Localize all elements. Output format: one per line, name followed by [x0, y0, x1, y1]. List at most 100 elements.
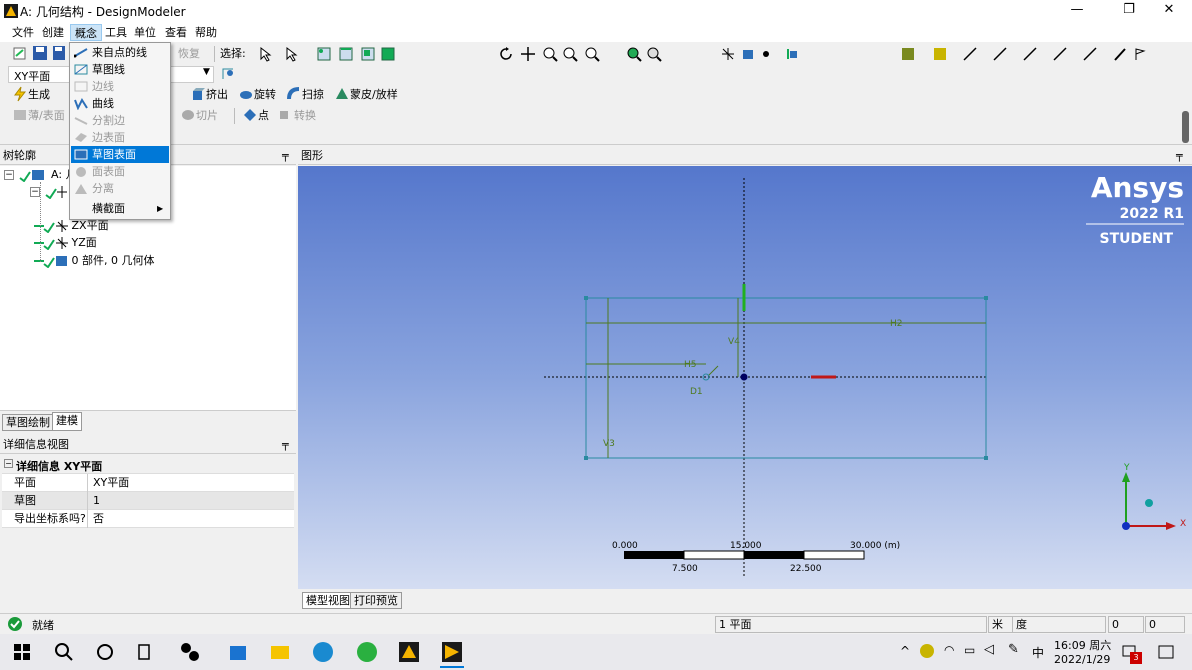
menu-item-lines-from-sketches[interactable]: 草图线 — [71, 61, 169, 78]
pin-icon[interactable]: ╤ — [282, 148, 289, 164]
select-pointer-icon[interactable] — [258, 46, 274, 62]
action-center-icon[interactable] — [1158, 644, 1174, 660]
graphics-viewport[interactable]: Ansys 2022 R1 STUDENT H2 H5 V4 V3 D1 0.0… — [298, 166, 1192, 589]
point-icon[interactable] — [242, 107, 258, 123]
flag-tool-icon[interactable] — [1132, 46, 1148, 62]
menu-view[interactable]: 查看 — [161, 24, 191, 41]
face-color-icon[interactable] — [900, 46, 916, 62]
dim-v4-label[interactable]: V4 — [728, 337, 740, 347]
new-sketch-icon[interactable] — [220, 66, 236, 82]
new-icon[interactable] — [12, 45, 28, 61]
menu-create[interactable]: 创建 — [38, 24, 68, 41]
generate-button[interactable]: 生成 — [28, 87, 50, 103]
select-edge-icon[interactable] — [338, 46, 354, 62]
menu-item-cross-section[interactable]: 横截面 ▶ — [71, 200, 169, 217]
sketch-rectangle[interactable] — [585, 297, 987, 459]
show-plane-icon[interactable] — [784, 46, 800, 62]
sweep-button[interactable]: 扫掠 — [302, 87, 324, 103]
menu-concept[interactable]: 概念 — [70, 24, 102, 41]
line-tool-2-icon[interactable] — [992, 46, 1008, 62]
menu-item-split[interactable]: 分离 — [71, 180, 169, 197]
line-tool-4-icon[interactable] — [1052, 46, 1068, 62]
cortana-icon[interactable] — [93, 640, 117, 664]
revolve-icon[interactable] — [238, 86, 254, 102]
dim-v3-label[interactable]: V3 — [603, 439, 615, 449]
close-button[interactable]: ✕ — [1146, 0, 1192, 22]
slice-icon[interactable] — [180, 107, 196, 123]
menu-item-surfaces-from-edges[interactable]: 边表面 — [71, 129, 169, 146]
rect-vertex[interactable] — [984, 456, 988, 460]
dim-h2-label[interactable]: H2 — [890, 319, 903, 329]
toolbar-scrollbar[interactable] — [1182, 111, 1189, 143]
details-row-plane[interactable]: 平面 XY平面 — [2, 474, 294, 492]
rotate-icon[interactable] — [498, 46, 514, 62]
volume-icon[interactable]: ◁ — [984, 642, 994, 657]
line-tool-icon[interactable] — [962, 46, 978, 62]
select-face-icon[interactable] — [360, 46, 376, 62]
select-body-icon[interactable] — [380, 46, 396, 62]
dim-h5-label[interactable]: H5 — [684, 360, 697, 370]
origin-point[interactable] — [740, 373, 748, 381]
display-model-icon[interactable] — [740, 46, 756, 62]
zoom-fit-icon[interactable] — [584, 46, 600, 62]
details-row-export[interactable]: 导出坐标系吗? 否 — [2, 510, 294, 528]
pin-tool-icon[interactable] — [1112, 46, 1128, 62]
menu-item-surfaces-from-sketches[interactable]: 草图表面 — [71, 146, 169, 163]
rect-vertex[interactable] — [984, 296, 988, 300]
menu-file[interactable]: 文件 — [8, 24, 38, 41]
pin-icon[interactable]: ╤ — [1176, 148, 1183, 164]
wifi-icon[interactable]: ◠ — [944, 643, 954, 657]
pin-icon[interactable]: ╤ — [282, 437, 289, 453]
windows-start-icon[interactable] — [10, 640, 34, 664]
save-icon[interactable] — [32, 45, 48, 61]
battery-icon[interactable]: ▭ — [964, 643, 975, 657]
details-section[interactable]: − 详细信息 XY平面 — [2, 456, 294, 474]
file-explorer-icon[interactable] — [268, 640, 292, 664]
extrude-icon[interactable] — [190, 86, 206, 102]
menu-item-3d-curve[interactable]: 曲线 — [71, 95, 169, 112]
details-value[interactable]: 否 — [90, 510, 294, 528]
details-row-sketch[interactable]: 草图 1 — [2, 492, 294, 510]
slice-button[interactable]: 切片 — [196, 108, 218, 124]
tree-item-root[interactable]: − A: 几 — [4, 166, 77, 183]
rect-vertex[interactable] — [584, 456, 588, 460]
pan-icon[interactable] — [520, 46, 536, 62]
revolve-button[interactable]: 旋转 — [254, 87, 276, 103]
point-button[interactable]: 点 — [258, 108, 269, 124]
thin-surface-button[interactable]: 薄/表面 — [28, 108, 65, 124]
sketch-canvas[interactable]: Ansys 2022 R1 STUDENT H2 H5 V4 V3 D1 0.0… — [298, 166, 1192, 589]
line-tool-5-icon[interactable] — [1082, 46, 1098, 62]
collapse-icon[interactable]: − — [4, 170, 14, 180]
skin-loft-icon[interactable] — [334, 86, 350, 102]
tree-item-yzplane[interactable]: YZ面 — [34, 234, 97, 251]
redo-label[interactable]: 恢复 — [178, 46, 200, 62]
triad-iso-ball[interactable] — [1145, 499, 1153, 507]
tab-modeling[interactable]: 建模 — [52, 412, 82, 431]
menu-item-lines-from-points[interactable]: 来自点的线 — [71, 44, 169, 61]
ime-indicator[interactable]: 中 — [1032, 644, 1044, 661]
clock-time[interactable]: 16:09 周六 — [1054, 637, 1111, 653]
clock-date[interactable]: 2022/1/29 — [1054, 653, 1110, 666]
search-icon[interactable] — [52, 640, 76, 664]
zoom-box-icon[interactable] — [562, 46, 578, 62]
zoom-out-icon[interactable] — [646, 46, 662, 62]
generate-icon[interactable] — [12, 86, 28, 102]
collapse-icon[interactable]: − — [4, 459, 13, 468]
task-view-icon[interactable] — [134, 640, 158, 664]
skin-loft-button[interactable]: 蒙皮/放样 — [350, 87, 398, 103]
designmodeler-icon[interactable] — [440, 640, 464, 664]
convert-button[interactable]: 转换 — [294, 108, 316, 124]
menu-item-lines-from-edges[interactable]: 边线 — [71, 78, 169, 95]
save-as-icon[interactable] — [52, 45, 68, 61]
tab-print-preview[interactable]: 打印预览 — [350, 592, 402, 609]
store-icon[interactable] — [226, 640, 250, 664]
extrude-button[interactable]: 挤出 — [206, 87, 228, 103]
tree-item-parts[interactable]: 0 部件, 0 几何体 — [34, 252, 154, 269]
zoom-icon[interactable] — [542, 46, 558, 62]
tray-app-icon[interactable] — [920, 644, 934, 658]
minimize-button[interactable]: — — [1054, 0, 1100, 22]
menu-tools[interactable]: 工具 — [101, 24, 131, 41]
collapse-icon[interactable]: − — [30, 187, 40, 197]
display-point-icon[interactable] — [758, 46, 774, 62]
convert-icon[interactable] — [278, 107, 294, 123]
